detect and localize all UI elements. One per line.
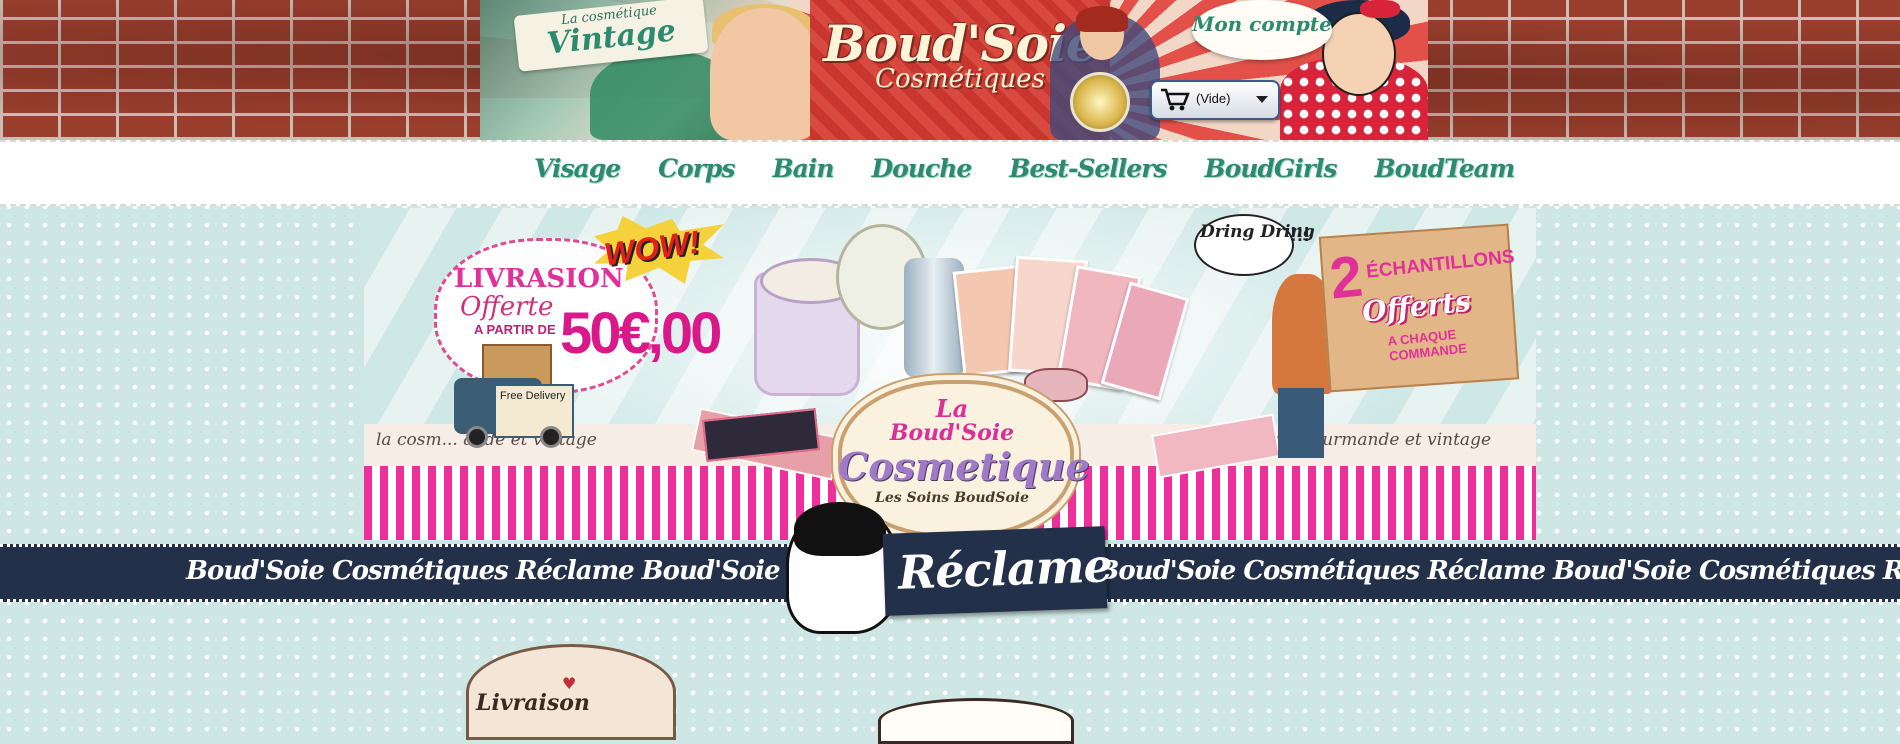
- free-delivery-offerte: Offerte: [460, 292, 554, 322]
- nav-item-boudgirls[interactable]: BoudGirls: [1204, 154, 1337, 183]
- bottom-livraison-text[interactable]: Livraison: [476, 690, 590, 716]
- emblem-cosmetique: Cosmetique: [838, 444, 1090, 489]
- emblem-soins: Les Soins BoudSoie: [874, 490, 1030, 506]
- nav-item-best-sellers[interactable]: Best-Sellers: [1009, 154, 1167, 183]
- popart-face: [1322, 12, 1396, 96]
- reclame-tag-text[interactable]: Réclame: [897, 538, 1112, 599]
- header-banner: La cosmétique Vintage Boud'Soie Cosmétiq…: [480, 0, 1428, 140]
- bottom-deco-badge[interactable]: [878, 698, 1074, 744]
- site-header: La cosmétique Vintage Boud'Soie Cosmétiq…: [0, 0, 1900, 140]
- account-link[interactable]: Mon compte: [1192, 12, 1332, 36]
- free-delivery-title: LIVRASION: [454, 264, 624, 294]
- pinup-girl-phone: [710, 8, 820, 140]
- truck-wheel-icon: [540, 426, 562, 448]
- emblem-la: La: [935, 394, 969, 423]
- nav-item-bain[interactable]: Bain: [772, 154, 834, 183]
- emblem-brand: Boud'Soie: [889, 420, 1015, 446]
- nav-item-visage[interactable]: Visage: [534, 154, 621, 183]
- rider-hair: [1076, 6, 1128, 32]
- nav-item-corps[interactable]: Corps: [658, 154, 735, 183]
- scooter-headlight: [1070, 72, 1130, 132]
- popart-bow: [1360, 0, 1400, 18]
- truck-label: Free Delivery: [500, 390, 566, 402]
- free-delivery-from: A PARTIR DE: [474, 322, 556, 337]
- delivery-man-legs: [1278, 388, 1324, 458]
- main-nav: Visage Corps Bain Douche Best-Sellers Bo…: [0, 140, 1900, 206]
- samples-number: 2: [1326, 243, 1366, 312]
- retro-girl-hair: [794, 502, 886, 556]
- truck-wheel-icon: [466, 426, 488, 448]
- dring-exclaim: !!!: [1290, 224, 1310, 246]
- free-delivery-amount: 50€,00: [560, 301, 722, 366]
- nav-item-boudteam[interactable]: BoudTeam: [1375, 154, 1516, 183]
- cart-status: (Vide): [1196, 91, 1231, 106]
- chevron-down-icon: [1256, 96, 1268, 103]
- nav-item-douche[interactable]: Douche: [871, 154, 972, 183]
- cart-dropdown[interactable]: (Vide): [1150, 80, 1280, 120]
- promo-banner[interactable]: la cosm... ande et vintage la cos... gou…: [364, 208, 1536, 540]
- cart-icon: [1161, 88, 1190, 111]
- nav-list: Visage Corps Bain Douche Best-Sellers Bo…: [534, 154, 1552, 183]
